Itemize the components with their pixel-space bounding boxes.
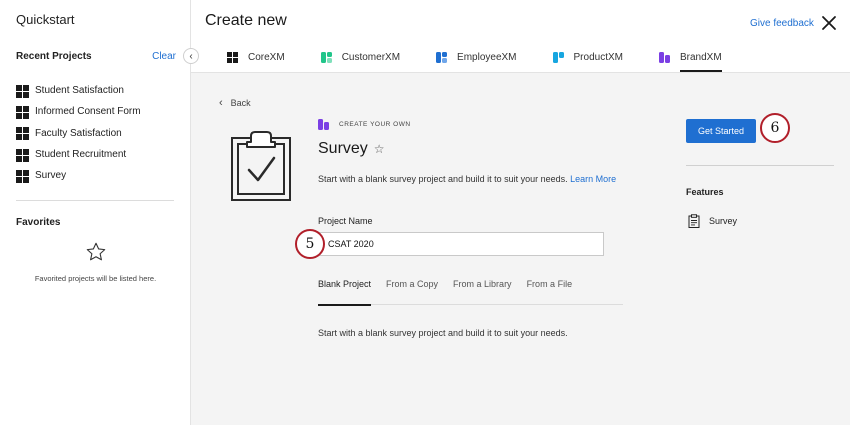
project-name-label: Project Name [318,216,373,226]
recent-project-label: Student Satisfaction [35,85,124,97]
recent-projects-list: Student Satisfaction Informed Consent Fo… [16,80,181,186]
clipboard-check-icon [231,131,291,201]
description-text: Start with a blank survey project and bu… [318,174,568,184]
back-button[interactable]: ‹ Back [219,97,251,109]
give-feedback-link[interactable]: Give feedback [750,18,814,29]
project-type-title: Survey ☆ [318,140,385,158]
recent-project-label: Informed Consent Form [35,106,141,118]
sidebar-divider [16,200,174,201]
recent-project-item[interactable]: Student Recruitment [16,144,181,165]
close-icon[interactable] [821,15,837,31]
star-outline-icon [86,242,106,261]
tab-label: EmployeeXM [457,52,517,63]
recent-project-item[interactable]: Student Satisfaction [16,80,181,101]
tab-productxm[interactable]: ProductXM [552,43,623,72]
tab-corexm[interactable]: CoreXM [227,43,285,72]
create-your-own-tag: CREATE YOUR OWN [339,121,411,128]
clear-recent-link[interactable]: Clear [152,51,176,62]
recent-project-label: Survey [35,170,67,182]
tab-label: CoreXM [248,52,285,63]
tab-employeexm[interactable]: EmployeeXM [436,43,517,72]
project-grid-icon [16,127,29,141]
project-name-input[interactable] [318,232,604,256]
tab-brandxm[interactable]: BrandXM [658,43,722,72]
recent-projects-header: Recent Projects Clear [16,51,176,62]
xm-tabs: CoreXM CustomerXM EmployeeXM ProductXM B… [227,43,758,72]
feature-label: Survey [709,216,738,226]
customerxm-icon [320,52,332,63]
page-title: Create new [205,12,287,29]
recent-project-item[interactable]: Faculty Satisfaction [16,123,181,144]
clipboard-icon [688,214,700,228]
recent-project-label: Student Recruitment [35,149,127,161]
tab-blank-project[interactable]: Blank Project [318,273,372,306]
chevron-left-icon: ‹ [219,97,223,109]
recent-project-item[interactable]: Survey [16,165,181,186]
favorite-star-icon[interactable]: ☆ [374,142,385,156]
tab-label: CustomerXM [341,52,401,63]
features-heading: Features [686,187,724,197]
brandxm-icon [318,119,329,130]
recent-projects-heading: Recent Projects [16,51,92,62]
tab-label: ProductXM [573,52,623,63]
corexm-grid-icon [227,52,238,63]
project-grid-icon [16,105,29,119]
project-source-tabs: Blank Project From a Copy From a Library… [318,273,623,306]
favorites-empty-note: Favorited projects will be listed here. [34,274,157,283]
project-grid-icon [16,84,29,98]
survey-title-text: Survey [318,140,368,157]
subtab-description: Start with a blank survey project and bu… [318,328,568,338]
feature-item: Survey [688,214,737,228]
step-callout-5: 5 [295,229,325,259]
right-divider [686,165,834,166]
brandxm-icon [658,52,670,63]
recent-project-label: Faculty Satisfaction [35,127,122,139]
project-grid-icon [16,148,29,162]
step-callout-6: 6 [760,113,790,143]
tab-from-a-file[interactable]: From a File [527,273,573,305]
tab-from-a-copy[interactable]: From a Copy [386,273,438,305]
productxm-icon [552,52,564,63]
project-description: Start with a blank survey project and bu… [318,173,618,186]
header: Create new Give feedback CoreXM Customer… [191,0,850,73]
learn-more-link[interactable]: Learn More [570,174,616,184]
sidebar: Quickstart Recent Projects Clear Student… [0,0,191,425]
brand-row: CREATE YOUR OWN [318,119,411,130]
back-label: Back [230,98,251,108]
tab-from-a-library[interactable]: From a Library [453,273,512,305]
project-grid-icon [16,169,29,183]
sidebar-title: Quickstart [16,12,75,27]
collapse-sidebar-button[interactable]: ‹ [183,48,199,64]
tab-label: BrandXM [679,52,722,63]
get-started-button[interactable]: Get Started [686,119,756,143]
recent-project-item[interactable]: Informed Consent Form [16,101,181,122]
tab-customerxm[interactable]: CustomerXM [320,43,401,72]
favorites-heading: Favorites [16,217,61,228]
employeexm-icon [436,52,448,63]
